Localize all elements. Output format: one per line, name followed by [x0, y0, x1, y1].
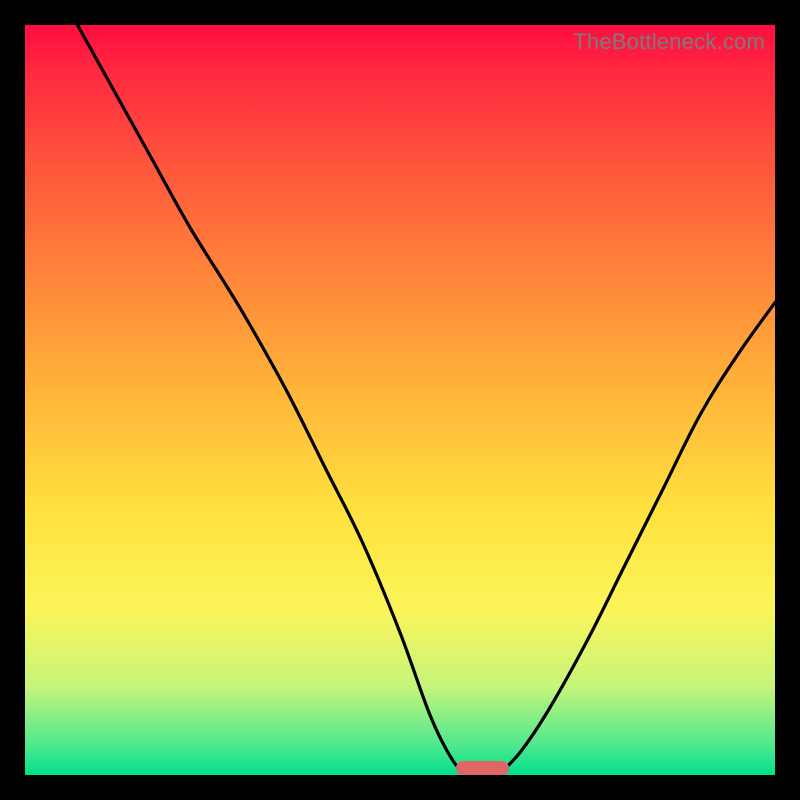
watermark-text: TheBottleneck.com	[573, 29, 765, 55]
bottleneck-curve	[25, 25, 775, 775]
curve-right-arm	[498, 303, 776, 776]
plot-area: TheBottleneck.com	[25, 25, 775, 775]
curve-left-arm	[78, 25, 468, 775]
chart-frame: TheBottleneck.com	[0, 0, 800, 800]
optimum-marker	[456, 761, 509, 775]
